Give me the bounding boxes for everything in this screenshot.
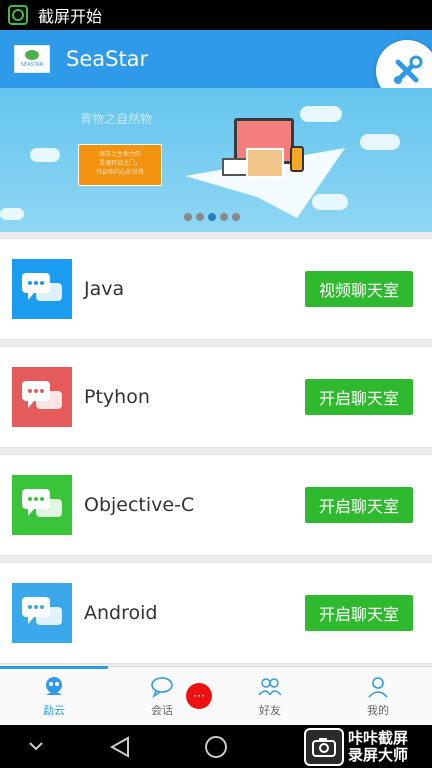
open-chatroom-button[interactable]: 开启聊天室 — [305, 487, 413, 523]
watermark-line: 录屏大师 — [348, 746, 409, 764]
tab-label: 勐云 — [43, 704, 65, 717]
chatroom-label: Android — [84, 602, 158, 624]
screenshot-icon — [8, 5, 28, 25]
bottom-nav: 勐云 会话 ··· 好友 我的 — [0, 666, 432, 725]
cloud-decoration — [300, 106, 342, 122]
chatroom-label: Java — [84, 278, 125, 300]
app-logo: SEASTAR — [14, 45, 50, 73]
status-text: 截屏开始 — [38, 7, 103, 26]
chat-bubbles-icon — [22, 381, 62, 409]
carousel-dot[interactable] — [232, 213, 240, 221]
promo-line: 开启你内心的世界 — [95, 169, 144, 176]
chat-bubbles-icon — [22, 273, 62, 301]
unread-badge: ··· — [186, 683, 212, 709]
logo-mark-icon — [25, 50, 39, 60]
phone-illustration — [290, 146, 304, 172]
carousel-dot[interactable] — [184, 213, 192, 221]
tab-conversations[interactable]: 会话 ··· — [108, 667, 216, 726]
camera-glyph-icon — [312, 738, 336, 757]
chatroom-label: Ptyhon — [84, 386, 150, 408]
cloud-decoration — [0, 208, 24, 220]
chat-icon — [12, 367, 72, 427]
promo-line: 灵魂开启之门， — [98, 160, 141, 167]
tools-icon — [394, 55, 423, 84]
cloud-decoration — [30, 148, 60, 162]
tab-label: 我的 — [367, 704, 389, 717]
banner-carousel[interactable]: 青物之自然物 海天上生命力的 灵魂开启之门， 开启你内心的世界 — [0, 88, 432, 232]
home-icon[interactable] — [204, 735, 228, 759]
profile-icon — [368, 677, 388, 698]
logo-text: SEASTAR — [20, 62, 44, 68]
open-chatroom-button[interactable]: 开启聊天室 — [305, 595, 413, 631]
watermark: 咔咔截屏 录屏大师 — [304, 727, 432, 767]
cloud-person-icon — [46, 677, 62, 695]
friends-icon — [258, 678, 282, 696]
tab-label: 好友 — [259, 704, 281, 717]
status-bar: 截屏开始 — [0, 0, 432, 30]
chat-icon — [12, 583, 72, 643]
carousel-dot[interactable] — [220, 213, 228, 221]
chatroom-item[interactable]: Java 视频聊天室 — [0, 238, 432, 340]
chatroom-item[interactable]: Ptyhon 开启聊天室 — [0, 346, 432, 448]
speech-bubble-icon — [151, 677, 173, 699]
chat-bubbles-icon — [22, 597, 62, 625]
tablet-illustration — [246, 148, 284, 178]
tab-friends[interactable]: 好友 — [216, 667, 324, 726]
open-chatroom-button[interactable]: 视频聊天室 — [305, 271, 413, 307]
chat-icon — [12, 475, 72, 535]
back-icon[interactable] — [108, 735, 132, 759]
cloud-decoration — [312, 194, 348, 210]
tab-cloud[interactable]: 勐云 — [0, 667, 108, 726]
watermark-line: 咔咔截屏 — [348, 729, 409, 747]
banner-promo-box: 海天上生命力的 灵魂开启之门， 开启你内心的世界 — [78, 144, 162, 186]
chatroom-label: Objective-C — [84, 494, 195, 516]
app-title: SeaStar — [66, 47, 149, 71]
chat-bubbles-icon — [22, 489, 62, 517]
app-bar: SEASTAR SeaStar — [0, 30, 432, 102]
tab-profile[interactable]: 我的 — [324, 667, 432, 726]
chat-icon — [12, 259, 72, 319]
banner-caption: 青物之自然物 — [80, 112, 153, 126]
carousel-indicator — [184, 213, 240, 221]
cloud-decoration — [360, 134, 400, 150]
camera-icon — [304, 728, 344, 766]
promo-line: 海天上生命力的 — [98, 151, 141, 158]
carousel-dot[interactable] — [196, 213, 204, 221]
chatroom-item[interactable]: Objective-C 开启聊天室 — [0, 454, 432, 556]
tab-label: 会话 — [151, 704, 173, 717]
carousel-dot[interactable] — [208, 213, 216, 221]
open-chatroom-button[interactable]: 开启聊天室 — [305, 379, 413, 415]
chatroom-item[interactable]: Android 开启聊天室 — [0, 562, 432, 664]
chevron-down-icon[interactable] — [28, 741, 44, 751]
watermark-text: 咔咔截屏 录屏大师 — [348, 730, 408, 764]
